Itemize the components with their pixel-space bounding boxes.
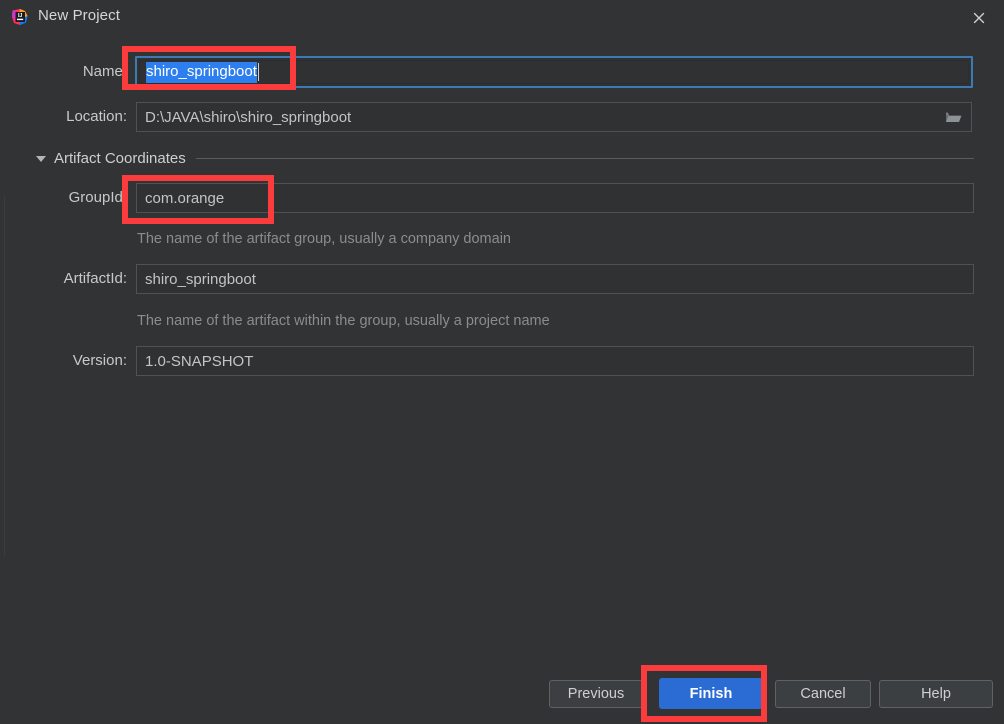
name-input-value: shiro_springboot — [146, 61, 257, 83]
artifact-coordinates-title: Artifact Coordinates — [54, 150, 186, 167]
close-icon[interactable] — [968, 7, 990, 29]
text-caret — [257, 63, 259, 81]
name-label: Name: — [82, 63, 127, 80]
version-label: Version: — [72, 352, 127, 369]
name-input-inner[interactable]: shiro_springboot — [139, 60, 969, 84]
groupid-input-value: com.orange — [145, 189, 225, 207]
previous-button[interactable]: Previous — [549, 680, 643, 708]
groupid-label: GroupId: — [68, 189, 127, 206]
folder-open-icon[interactable] — [945, 110, 962, 125]
chevron-down-icon[interactable] — [36, 155, 46, 162]
artifactid-label: ArtifactId: — [63, 270, 127, 287]
location-input-value: D:\JAVA\shiro\shiro_springboot — [145, 108, 352, 126]
new-project-dialog: IJ New Project Name: shiro_springboot Lo… — [0, 0, 1004, 724]
finish-button[interactable]: Finish — [659, 678, 763, 709]
cancel-button[interactable]: Cancel — [775, 680, 871, 708]
location-label: Location: — [66, 108, 127, 125]
name-input[interactable]: shiro_springboot — [135, 56, 973, 88]
artifactid-input-value: shiro_springboot — [145, 270, 256, 288]
section-divider — [195, 158, 974, 159]
location-input[interactable]: D:\JAVA\shiro\shiro_springboot — [136, 102, 972, 132]
dialog-titlebar: IJ New Project — [0, 0, 1004, 36]
help-button[interactable]: Help — [879, 680, 993, 708]
svg-text:IJ: IJ — [18, 13, 23, 19]
groupid-hint: The name of the artifact group, usually … — [137, 231, 511, 247]
artifactid-hint: The name of the artifact within the grou… — [137, 313, 550, 329]
groupid-input[interactable]: com.orange — [136, 183, 974, 213]
artifactid-input[interactable]: shiro_springboot — [136, 264, 974, 294]
intellij-idea-icon: IJ — [11, 8, 29, 26]
version-input-value: 1.0-SNAPSHOT — [145, 352, 254, 370]
artifact-coordinates-section-header[interactable]: Artifact Coordinates — [36, 150, 974, 167]
dialog-title: New Project — [38, 7, 120, 24]
dialog-left-edge — [4, 196, 5, 556]
version-input[interactable]: 1.0-SNAPSHOT — [136, 346, 974, 376]
